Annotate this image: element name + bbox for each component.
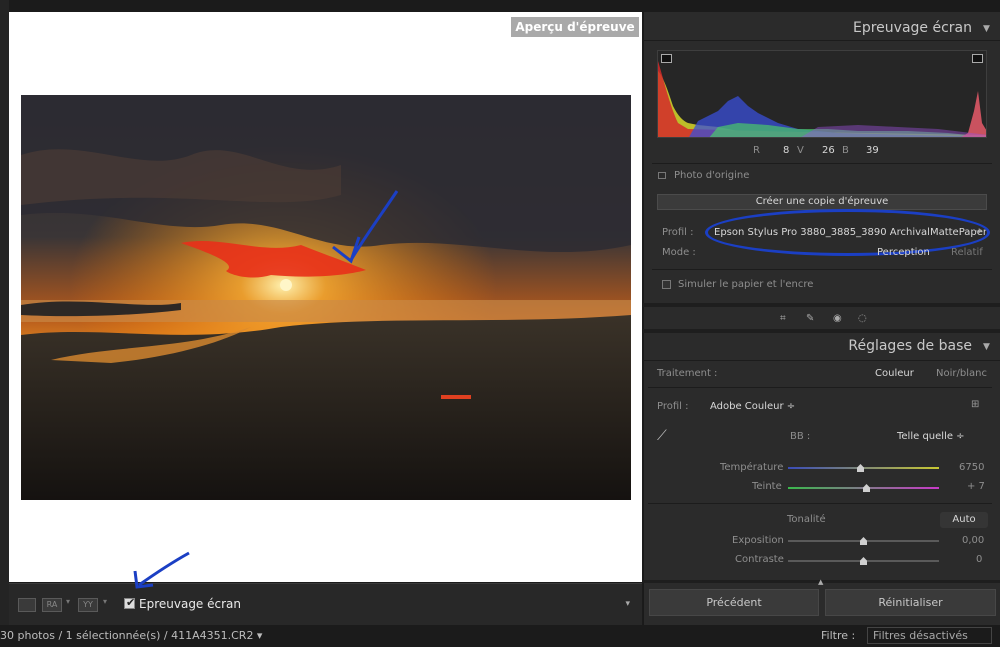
tint-value[interactable]: + 7 bbox=[967, 481, 985, 492]
annotation-arrow bbox=[332, 190, 399, 264]
annotation-arrow bbox=[133, 551, 190, 589]
red-eye-tool-icon[interactable]: ◉ bbox=[833, 313, 842, 324]
collapse-triangle-icon[interactable]: ▼ bbox=[983, 342, 990, 352]
simulate-paper-label: Simuler le papier et l'encre bbox=[678, 279, 814, 290]
selection-status[interactable]: 30 photos / 1 sélectionnée(s) / 411A4351… bbox=[0, 629, 262, 642]
basic-profile-label: Profil : bbox=[657, 401, 689, 412]
exposure-value[interactable]: 0,00 bbox=[962, 535, 984, 546]
photo-preview[interactable] bbox=[21, 95, 631, 500]
proof-mode-label: Mode : bbox=[662, 247, 696, 258]
basic-profile-dropdown[interactable]: Adobe Couleur ÷ bbox=[710, 401, 795, 412]
contrast-label: Contraste bbox=[735, 554, 784, 565]
toolbar-menu-icon[interactable]: ▾ bbox=[625, 599, 630, 609]
tone-label: Tonalité bbox=[787, 514, 826, 525]
annotation-circle bbox=[705, 209, 990, 256]
rgb-b-value: 39 bbox=[866, 145, 879, 156]
origin-photo-icon bbox=[658, 172, 666, 179]
origin-photo-label: Photo d'origine bbox=[674, 170, 750, 181]
panel-end-marker-icon: ▲ bbox=[818, 578, 824, 586]
crop-tool-icon[interactable]: ⌗ bbox=[780, 313, 786, 324]
mode-relative-option[interactable]: Relatif bbox=[951, 247, 987, 258]
tint-label: Teinte bbox=[752, 481, 782, 492]
previous-button[interactable]: Précédent bbox=[649, 589, 819, 616]
highlight-clipping-icon[interactable] bbox=[972, 54, 983, 63]
rgb-r-label: R bbox=[753, 145, 760, 156]
white-balance-dropdown[interactable]: Telle quelle ÷ bbox=[897, 431, 965, 442]
rgb-g-label: V bbox=[797, 145, 804, 156]
white-balance-label: BB : bbox=[790, 431, 811, 442]
white-balance-picker-icon[interactable]: ⟋ bbox=[657, 428, 667, 444]
treatment-color-option[interactable]: Couleur bbox=[875, 368, 914, 379]
soft-proof-checkbox[interactable]: ✔ bbox=[124, 596, 135, 609]
chevron-down-icon[interactable]: ▾ bbox=[103, 597, 107, 606]
soft-proof-label[interactable]: Epreuvage écran bbox=[139, 597, 241, 611]
loupe-view-icon[interactable] bbox=[18, 598, 36, 612]
histogram-graph bbox=[658, 61, 986, 137]
temperature-value[interactable]: 6750 bbox=[959, 462, 984, 473]
proof-profile-label: Profil : bbox=[662, 227, 694, 238]
exposure-label: Exposition bbox=[732, 535, 784, 546]
left-panel-strip bbox=[0, 0, 9, 625]
filter-label: Filtre : bbox=[821, 629, 856, 642]
filter-dropdown[interactable]: Filtres désactivés bbox=[867, 627, 992, 644]
compare-view-button[interactable]: RA bbox=[42, 598, 62, 612]
rgb-g-value: 26 bbox=[822, 145, 835, 156]
rgb-r-value: 8 bbox=[783, 145, 790, 156]
reset-button[interactable]: Réinitialiser bbox=[825, 589, 996, 616]
healing-tool-icon[interactable]: ✎ bbox=[806, 313, 814, 324]
collapse-triangle-icon[interactable]: ▼ bbox=[983, 24, 990, 34]
rgb-b-label: B bbox=[842, 145, 849, 156]
shadow-clipping-icon[interactable] bbox=[661, 54, 672, 63]
mode-perception-option[interactable]: Perception bbox=[877, 247, 930, 258]
auto-tone-button[interactable]: Auto bbox=[940, 512, 988, 528]
bottom-toolbar: RA ▾ YY ▾ ✔ Epreuvage écran ▾ bbox=[9, 551, 642, 625]
before-after-button[interactable]: YY bbox=[78, 598, 98, 612]
status-bar: 30 photos / 1 sélectionnée(s) / 411A4351… bbox=[0, 625, 1000, 647]
treatment-label: Traitement : bbox=[657, 368, 718, 379]
contrast-value[interactable]: 0 bbox=[976, 554, 982, 565]
proof-preview-badge: Aperçu d'épreuve bbox=[511, 17, 639, 37]
chevron-down-icon[interactable]: ▾ bbox=[66, 597, 70, 606]
temperature-label: Température bbox=[720, 462, 784, 473]
create-proof-copy-button[interactable]: Créer une copie d'épreuve bbox=[657, 194, 987, 210]
soft-proof-panel-title[interactable]: Epreuvage écran bbox=[780, 20, 972, 36]
profile-browser-grid-icon[interactable]: ⊞ bbox=[971, 399, 979, 410]
masking-tool-icon[interactable]: ◌ bbox=[858, 313, 867, 324]
histogram bbox=[657, 50, 987, 138]
basic-panel-title[interactable]: Réglages de base bbox=[780, 338, 972, 354]
treatment-bw-option[interactable]: Noir/blanc bbox=[936, 368, 987, 379]
simulate-paper-checkbox[interactable] bbox=[662, 280, 671, 289]
